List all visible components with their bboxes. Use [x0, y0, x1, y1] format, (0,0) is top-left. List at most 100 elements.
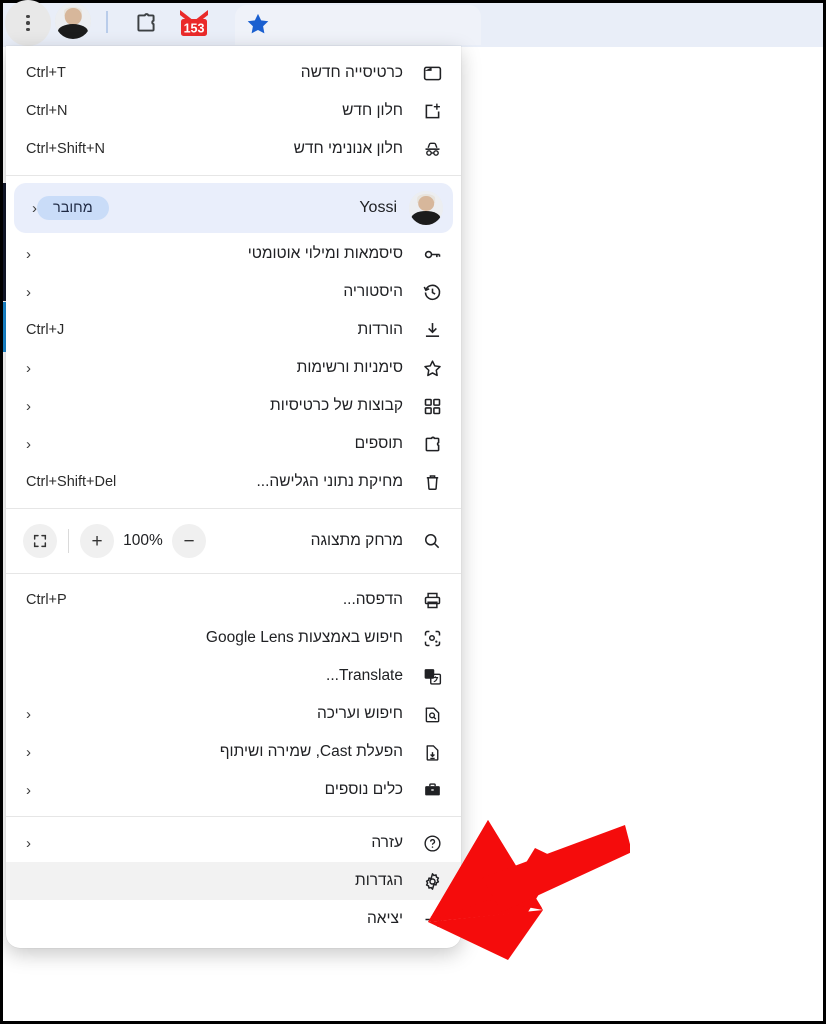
- three-dots-icon: [26, 14, 30, 32]
- menu-item-exit[interactable]: יציאה: [6, 900, 461, 938]
- key-icon: [417, 244, 447, 265]
- menu-item-cast-save-share[interactable]: הפעלת Cast, שמירה ושיתוף ‹: [6, 733, 461, 771]
- menu-separator-1: [6, 175, 461, 176]
- chevron-left-icon: ‹: [32, 199, 37, 217]
- menu-item-label: הגדרות: [355, 872, 403, 889]
- menu-item-passwords-autofill[interactable]: סיסמאות ומילוי אוטומטי ‹: [6, 235, 461, 273]
- menu-item-label: Translate...: [326, 667, 403, 684]
- menu-item-label: חלון אנונימי חדש: [293, 140, 403, 157]
- menu-item-label: עזרה: [371, 834, 403, 851]
- menu-item-label: הפעלת Cast, שמירה ושיתוף: [219, 743, 403, 760]
- download-icon: [417, 320, 447, 341]
- chevron-left-icon: ‹: [26, 781, 31, 799]
- menu-item-label: כרטיסייה חדשה: [300, 64, 403, 81]
- menu-item-label: היסטוריה: [343, 283, 403, 300]
- translate-icon: [417, 666, 447, 687]
- menu-separator-4: [6, 816, 461, 817]
- menu-zoom-row[interactable]: מרחק מתצוגה − 100% +: [6, 516, 461, 566]
- avatar-illustration: [55, 3, 91, 39]
- menu-item-history[interactable]: היסטוריה ‹: [6, 273, 461, 311]
- menu-item-shortcut: Ctrl+N: [26, 103, 68, 119]
- menu-item-extensions[interactable]: תוספים ‹: [6, 425, 461, 463]
- chevron-left-icon: ‹: [26, 359, 31, 377]
- new-window-icon: [417, 101, 447, 122]
- menu-item-label: חיפוש ועריכה: [316, 705, 403, 722]
- chevron-left-icon: ‹: [26, 283, 31, 301]
- menu-item-label: חלון חדש: [342, 102, 403, 119]
- trash-icon: [417, 472, 447, 493]
- menu-item-profile[interactable]: Yossi מחובר ‹: [14, 183, 453, 233]
- incognito-icon: [417, 139, 447, 160]
- menu-item-translate[interactable]: Translate...: [6, 657, 461, 695]
- gear-icon: [417, 871, 447, 892]
- menu-item-label: סיסמאות ומילוי אוטומטי: [247, 245, 403, 262]
- menu-item-label: סימניות ורשימות: [296, 359, 403, 376]
- history-icon: [417, 282, 447, 303]
- profile-name: Yossi: [359, 199, 397, 216]
- menu-item-downloads[interactable]: הורדות Ctrl+J: [6, 311, 461, 349]
- chevron-left-icon: ‹: [26, 834, 31, 852]
- chevron-left-icon: ‹: [26, 705, 31, 723]
- menu-item-label: כלים נוספים: [324, 781, 403, 798]
- menu-item-bookmarks-lists[interactable]: סימניות ורשימות ‹: [6, 349, 461, 387]
- chevron-left-icon: ‹: [26, 743, 31, 761]
- gmail-icon[interactable]: 153: [177, 7, 211, 39]
- zoom-search-icon: [417, 531, 447, 551]
- zoom-level-value: 100%: [123, 532, 163, 549]
- menu-item-find-and-edit[interactable]: חיפוש ועריכה ‹: [6, 695, 461, 733]
- extensions-icon[interactable]: [131, 8, 161, 38]
- menu-item-label: חיפוש באמצעות Google Lens: [205, 629, 403, 646]
- menu-item-label: הורדות: [357, 321, 403, 338]
- menu-item-new-tab[interactable]: כרטיסייה חדשה Ctrl+T: [6, 54, 461, 92]
- menu-separator-2: [6, 508, 461, 509]
- menu-item-search-with-google-lens[interactable]: חיפוש באמצעות Google Lens: [6, 619, 461, 657]
- toolbar-divider: [106, 11, 108, 33]
- zoom-in-button[interactable]: +: [80, 524, 114, 558]
- menu-item-label: יציאה: [366, 910, 403, 927]
- tab-groups-icon: [417, 396, 447, 417]
- find-icon: [417, 704, 447, 725]
- menu-separator-3: [6, 573, 461, 574]
- chevron-left-icon: ‹: [26, 435, 31, 453]
- menu-item-label: הדפסה...: [342, 591, 403, 608]
- menu-item-shortcut: Ctrl+Shift+N: [26, 141, 105, 157]
- new-tab-icon: [417, 63, 447, 84]
- chevron-left-icon: ‹: [26, 397, 31, 415]
- menu-item-help[interactable]: עזרה ‹: [6, 824, 461, 862]
- menu-item-new-window[interactable]: חלון חדש Ctrl+N: [6, 92, 461, 130]
- zoom-label: מרחק מתצוגה: [310, 532, 403, 549]
- menu-item-label: מחיקת נתוני הגלישה...: [256, 473, 403, 490]
- fullscreen-button[interactable]: [23, 524, 57, 558]
- exit-icon: [417, 909, 447, 930]
- status-badge: מחובר: [37, 196, 109, 220]
- menu-item-label: קבוצות של כרטיסיות: [270, 397, 403, 414]
- star-icon: [417, 358, 447, 379]
- extension-icon: [417, 434, 447, 455]
- gmail-badge-count: 153: [184, 22, 205, 36]
- menu-item-shortcut: Ctrl+Shift+Del: [26, 474, 117, 490]
- menu-item-label: תוספים: [354, 435, 403, 452]
- profile-avatar[interactable]: [55, 3, 91, 39]
- menu-item-shortcut: Ctrl+P: [26, 592, 67, 608]
- print-icon: [417, 590, 447, 611]
- toolbox-icon: [417, 780, 447, 801]
- menu-item-tab-groups[interactable]: קבוצות של כרטיסיות ‹: [6, 387, 461, 425]
- profile-avatar-small: [409, 191, 443, 225]
- cast-icon: [417, 742, 447, 763]
- screenshot-root: 153 כרטיסייה חדשה Ctrl+T חלון חדש Ctrl+N…: [0, 0, 826, 1024]
- zoom-divider: [68, 529, 69, 553]
- menu-item-settings[interactable]: הגדרות: [6, 862, 461, 900]
- chevron-left-icon: ‹: [26, 245, 31, 263]
- chrome-menu-button[interactable]: [5, 0, 51, 46]
- menu-item-clear-browsing-data[interactable]: מחיקת נתוני הגלישה... Ctrl+Shift+Del: [6, 463, 461, 501]
- help-icon: [417, 833, 447, 854]
- bookmark-star-icon[interactable]: [243, 9, 273, 39]
- menu-item-print[interactable]: הדפסה... Ctrl+P: [6, 581, 461, 619]
- zoom-out-button[interactable]: −: [172, 524, 206, 558]
- lens-icon: [417, 628, 447, 649]
- menu-item-new-incognito-window[interactable]: חלון אנונימי חדש Ctrl+Shift+N: [6, 130, 461, 168]
- menu-item-shortcut: Ctrl+J: [26, 322, 65, 338]
- menu-item-shortcut: Ctrl+T: [26, 65, 66, 81]
- menu-item-more-tools[interactable]: כלים נוספים ‹: [6, 771, 461, 809]
- chrome-main-menu[interactable]: כרטיסייה חדשה Ctrl+T חלון חדש Ctrl+N חלו…: [6, 46, 461, 948]
